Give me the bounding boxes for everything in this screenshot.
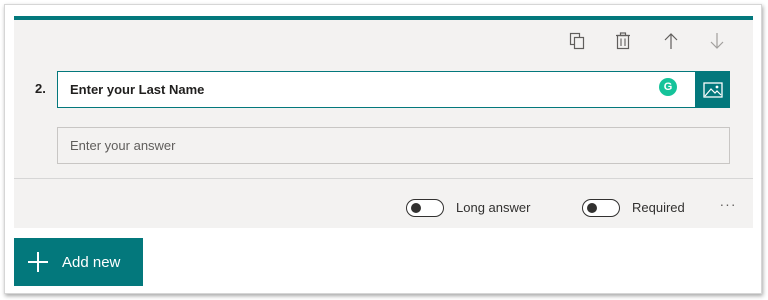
more-options-icon[interactable]: ···: [716, 196, 740, 216]
required-toggle[interactable]: [582, 199, 620, 217]
move-down-icon[interactable]: [706, 30, 728, 52]
question-title-text: Enter your Last Name: [70, 82, 205, 97]
grammarly-icon[interactable]: G: [659, 78, 677, 96]
image-icon: [702, 81, 723, 98]
insert-image-button[interactable]: [695, 71, 730, 108]
grammarly-glyph: G: [663, 81, 673, 93]
question-title-input[interactable]: Enter your Last Name: [57, 71, 708, 108]
card-accent-bar: [14, 16, 753, 20]
copy-icon[interactable]: [566, 30, 588, 52]
required-label: Required: [632, 200, 685, 215]
toggle-knob: [587, 203, 597, 213]
question-number: 2.: [35, 81, 46, 96]
card-divider: [14, 178, 753, 179]
add-new-button[interactable]: Add new: [14, 238, 143, 286]
toggle-knob: [411, 203, 421, 213]
long-answer-label: Long answer: [456, 200, 531, 215]
answer-placeholder: Enter your answer: [70, 138, 176, 153]
answer-input[interactable]: Enter your answer: [57, 127, 730, 164]
plus-icon: [28, 252, 48, 272]
add-new-label: Add new: [62, 253, 121, 271]
delete-icon[interactable]: [612, 30, 634, 52]
long-answer-toggle[interactable]: [406, 199, 444, 217]
question-card: 2. Enter your Last Name G Enter your ans…: [14, 16, 753, 228]
move-up-icon[interactable]: [660, 30, 682, 52]
